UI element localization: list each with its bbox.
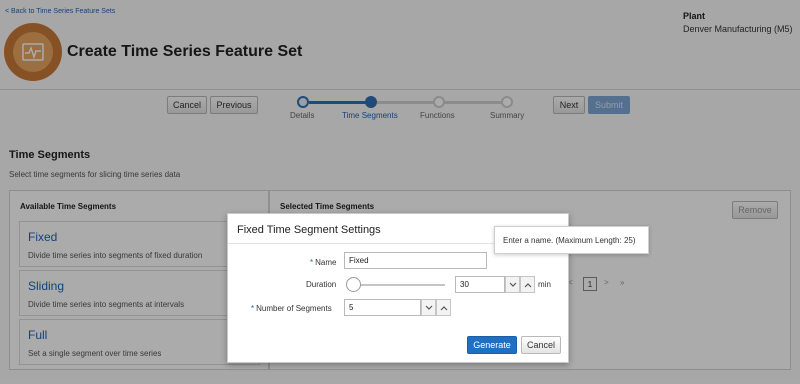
chevron-up-icon [440,305,447,310]
dialog-title: Fixed Time Segment Settings [237,224,381,236]
name-label: * Name [310,258,336,267]
name-tooltip: Enter a name. (Maximum Length: 25) [494,226,649,254]
segments-label-text: Number of Segments [256,304,332,313]
name-input[interactable]: Fixed [344,252,487,269]
segments-input[interactable]: 5 [344,299,421,316]
chevron-down-icon [509,282,516,287]
dialog-cancel-button[interactable]: Cancel [521,336,561,354]
chevron-up-icon [524,282,531,287]
required-marker: * [251,304,255,313]
duration-increment-button[interactable] [520,276,535,293]
duration-decrement-button[interactable] [505,276,520,293]
segments-increment-button[interactable] [436,299,451,316]
duration-slider-track[interactable] [353,284,445,286]
duration-label: Duration [306,280,337,289]
name-label-text: Name [315,258,337,267]
segments-label: * Number of Segments [251,304,332,313]
generate-button[interactable]: Generate [467,336,517,354]
chevron-down-icon [425,305,432,310]
duration-slider-thumb[interactable] [346,277,361,292]
duration-unit: min [538,280,551,289]
duration-input[interactable]: 30 [455,276,505,293]
segments-decrement-button[interactable] [421,299,436,316]
required-marker: * [310,258,314,267]
